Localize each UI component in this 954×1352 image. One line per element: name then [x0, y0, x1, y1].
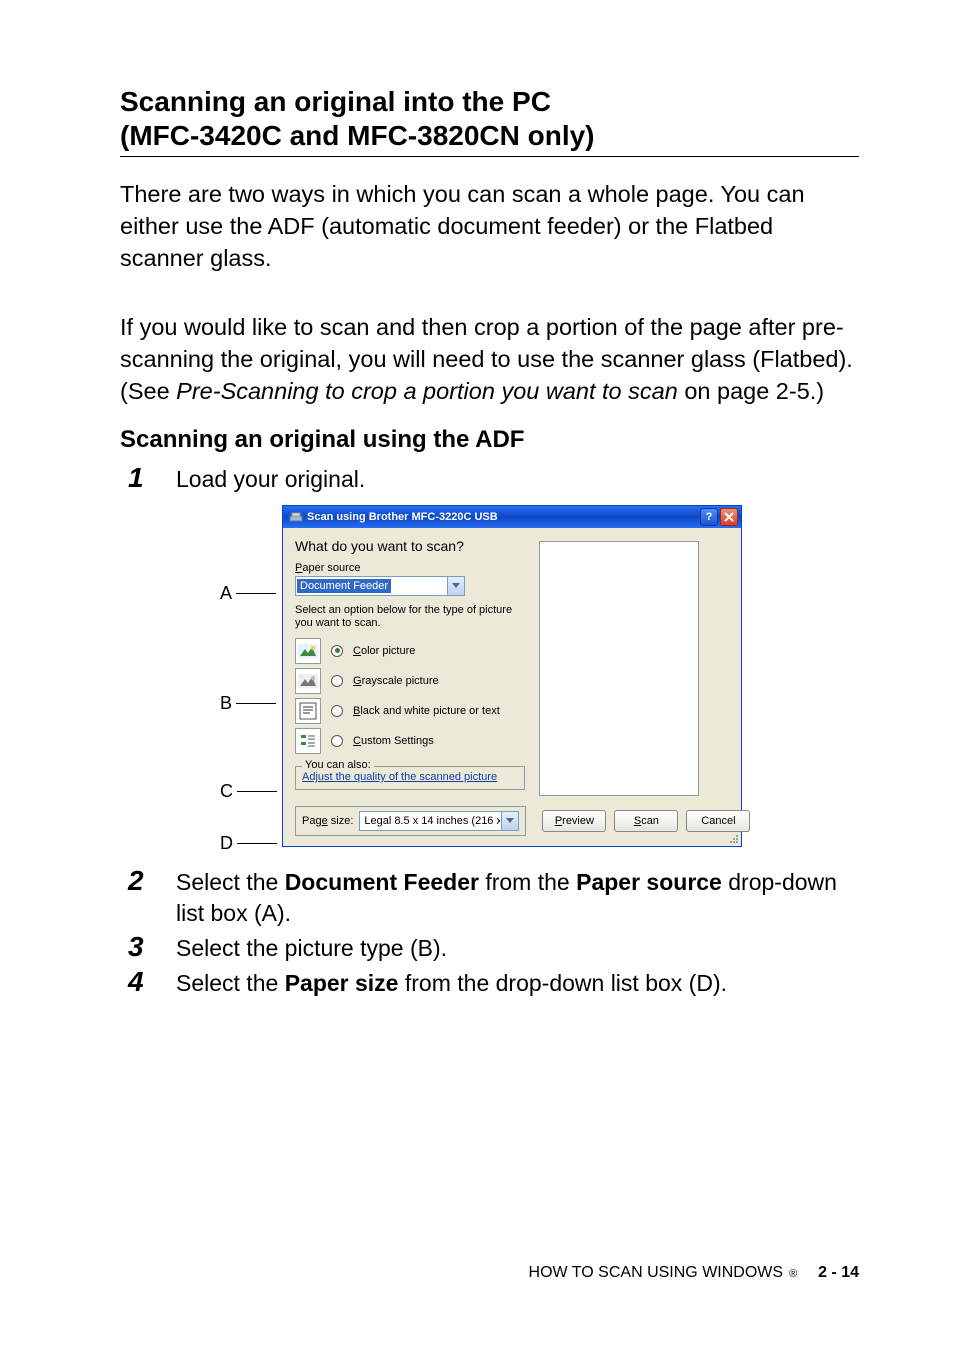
footer-text: HOW TO SCAN USING WINDOWS	[529, 1264, 784, 1282]
option-color-label: Color picture	[353, 645, 415, 657]
bw-text-icon	[295, 698, 321, 724]
callout-labels: A B C D	[220, 505, 280, 847]
step-3: 3 Select the picture type (B).	[128, 931, 859, 964]
picture-type-hint: Select an option below for the type of p…	[295, 604, 525, 630]
page-size-row: Page size: Page size: Legal 8.5 x 14 inc…	[295, 806, 526, 836]
step-1: 1 Load your original.	[128, 462, 859, 495]
step-number: 1	[128, 462, 176, 494]
radio-icon	[331, 705, 343, 717]
page-size-select[interactable]: Legal 8.5 x 14 inches (216 x 356 mm)	[359, 811, 519, 831]
radio-icon	[331, 735, 343, 747]
step-4: 4 Select the Paper size from the drop-do…	[128, 966, 859, 999]
chevron-down-icon	[447, 577, 464, 595]
callout-D: D	[220, 833, 233, 854]
option-grayscale[interactable]: Grayscale picture Grayscale picture	[295, 666, 525, 696]
step-number: 4	[128, 966, 176, 998]
option-bw-label: Black and white picture or text	[353, 705, 500, 717]
custom-settings-icon	[295, 728, 321, 754]
also-label: You can also:	[302, 759, 374, 771]
main-heading: Scanning an original into the PC (MFC-34…	[120, 85, 859, 157]
page-size-value: Legal 8.5 x 14 inches (216 x 356 mm)	[360, 815, 500, 827]
dialog-titlebar[interactable]: Scan using Brother MFC-3220C USB ?	[283, 506, 741, 528]
step-number: 2	[128, 865, 176, 897]
callout-A: A	[220, 583, 232, 604]
chevron-down-icon	[501, 812, 518, 830]
page-footer: HOW TO SCAN USING WINDOWS ® 2 - 14	[529, 1264, 859, 1282]
intro-paragraph-2: If you would like to scan and then crop …	[120, 312, 859, 407]
adjust-quality-link[interactable]: Adjust the quality of the scanned pictur…	[302, 771, 497, 783]
option-bw[interactable]: Black and white picture or text Black an…	[295, 696, 525, 726]
scan-dialog: Scan using Brother MFC-3220C USB ? What …	[282, 505, 742, 847]
para2-italic: Pre-Scanning to crop a portion you want …	[176, 378, 678, 404]
page-number: 2 - 14	[818, 1264, 859, 1282]
color-picture-icon	[295, 638, 321, 664]
registered-icon: ®	[789, 1268, 797, 1280]
dialog-question: What do you want to scan?	[295, 538, 525, 554]
scanner-icon	[289, 510, 303, 524]
step-text: Select the Paper size from the drop-down…	[176, 968, 727, 999]
paper-source-value: Document Feeder	[297, 579, 391, 593]
step-number: 3	[128, 931, 176, 963]
radio-icon	[331, 675, 343, 687]
intro-paragraph-1: There are two ways in which you can scan…	[120, 179, 859, 274]
picture-type-group: Color picture Color picture Grayscale pi…	[295, 636, 525, 756]
callout-C: C	[220, 781, 233, 802]
callout-B: B	[220, 693, 232, 714]
heading-text: Scanning an original into the PC (MFC-34…	[120, 86, 595, 151]
help-button[interactable]: ?	[700, 508, 718, 526]
option-custom-label: Custom Settings	[353, 735, 434, 747]
option-custom[interactable]: Custom Settings Custom Settings	[295, 726, 525, 756]
scan-button[interactable]: Scan	[614, 810, 678, 832]
option-color[interactable]: Color picture Color picture	[295, 636, 525, 666]
preview-area	[539, 541, 699, 796]
sub-heading: Scanning an original using the ADF	[120, 426, 859, 454]
grayscale-picture-icon	[295, 668, 321, 694]
paper-source-select[interactable]: Document Feeder	[295, 576, 465, 596]
cancel-button[interactable]: Cancel	[686, 810, 750, 832]
paper-source-label: PPaper sourceaper source	[295, 562, 525, 574]
you-can-also-group: You can also: Adjust the quality of the …	[295, 766, 525, 790]
radio-icon	[331, 645, 343, 657]
close-button[interactable]	[720, 508, 738, 526]
step-text: Load your original.	[176, 464, 365, 495]
dialog-figure: A B C D Scan using Brother MFC-3220C USB…	[220, 505, 860, 847]
pagesize-label: Page size:	[302, 815, 353, 827]
step-text: Select the Document Feeder from the Pape…	[176, 867, 859, 929]
step-2: 2 Select the Document Feeder from the Pa…	[128, 865, 859, 929]
preview-button[interactable]: Preview	[542, 810, 606, 832]
option-grayscale-label: Grayscale picture	[353, 675, 439, 687]
resize-grip-icon[interactable]	[727, 832, 739, 844]
para2-part2: on page 2-5.)	[678, 378, 824, 404]
dialog-title: Scan using Brother MFC-3220C USB	[307, 511, 498, 523]
step-text: Select the picture type (B).	[176, 933, 447, 964]
